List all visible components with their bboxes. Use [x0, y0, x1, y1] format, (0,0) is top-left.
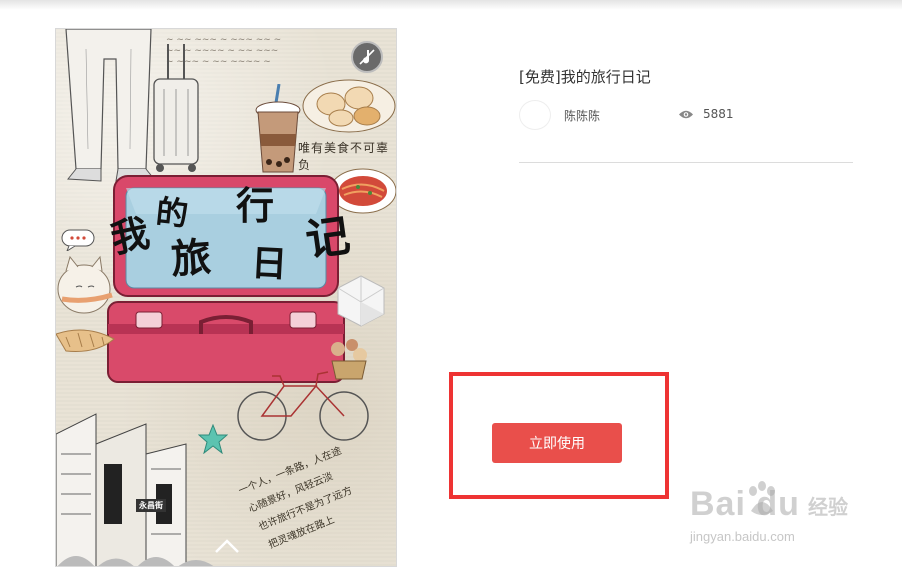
eye-icon	[679, 110, 693, 119]
baidu-jingyan-watermark: Bai du 经验 jingyan.baidu.com	[690, 481, 860, 555]
dumplings-illustration	[302, 79, 396, 133]
title-char: 行	[236, 184, 275, 228]
template-preview[interactable]: ~ ~~ ~~~ ~ ~~~ ~~ ~ ~~ ~ ~~~~ ~ ~~ ~~~ ~…	[55, 28, 397, 567]
swipe-up-arrow-icon[interactable]	[213, 537, 241, 555]
open-suitcase-illustration	[107, 175, 345, 383]
view-count: 5881	[703, 107, 734, 121]
title-char: 的	[154, 192, 190, 234]
city-street-sketch	[56, 413, 214, 566]
title-char: 旅	[169, 234, 213, 284]
paper-cube-illustration	[337, 275, 385, 327]
title-char: 日	[249, 243, 289, 286]
music-toggle-button[interactable]	[351, 41, 383, 73]
divider	[519, 162, 853, 163]
top-bar-shadow	[0, 0, 902, 10]
use-now-button[interactable]: 立即使用	[492, 423, 622, 463]
watermark-site-name: 经验	[808, 495, 848, 519]
music-note-icon	[359, 49, 375, 65]
paw-icon	[749, 481, 775, 515]
title-char: 记	[302, 210, 354, 267]
template-title: [免费]我的旅行日记	[519, 68, 651, 86]
poem-handwriting: 一个人，一条路，人在途 心随景好，风轻云淡 也许旅行不是为了远方 把灵魂放在路上	[237, 445, 354, 551]
watermark-url: jingyan.baidu.com	[690, 529, 795, 544]
author-name[interactable]: 陈陈陈	[564, 107, 600, 124]
cat-illustration	[56, 255, 115, 352]
bicycle-illustration	[237, 371, 369, 441]
shop-sign: 永昌街	[136, 499, 166, 512]
rolling-luggage-sketch	[153, 44, 199, 172]
author-avatar[interactable]	[519, 100, 551, 130]
